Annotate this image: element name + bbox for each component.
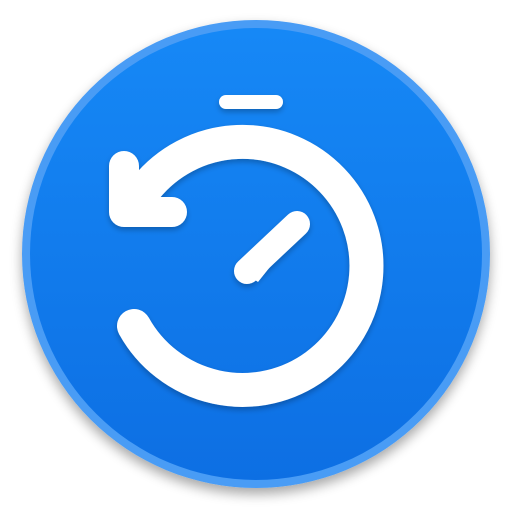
stopwatch-reset-icon (22, 20, 490, 488)
app-icon[interactable] (0, 0, 512, 512)
